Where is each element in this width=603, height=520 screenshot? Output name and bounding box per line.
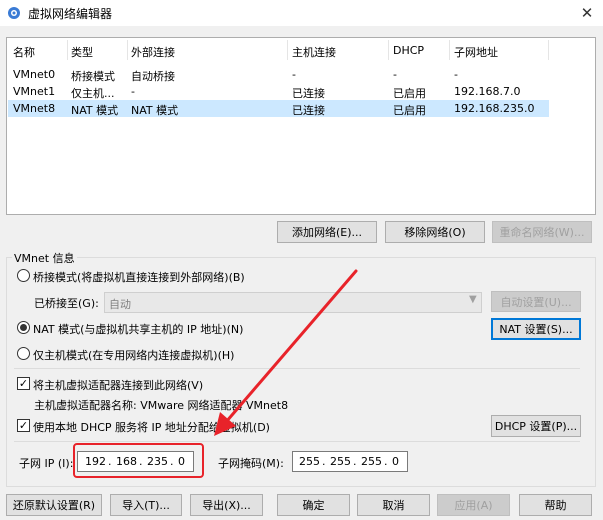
restore-defaults-button[interactable]: 还原默认设置(R) [6, 494, 102, 516]
annotation-arrow-icon [214, 269, 358, 436]
import-button[interactable]: 导入(T)... [110, 494, 182, 516]
help-button[interactable]: 帮助 [519, 494, 592, 516]
export-button[interactable]: 导出(X)... [190, 494, 263, 516]
apply-button[interactable]: 应用(A) [437, 494, 510, 516]
ok-button[interactable]: 确定 [277, 494, 350, 516]
cancel-button[interactable]: 取消 [357, 494, 430, 516]
